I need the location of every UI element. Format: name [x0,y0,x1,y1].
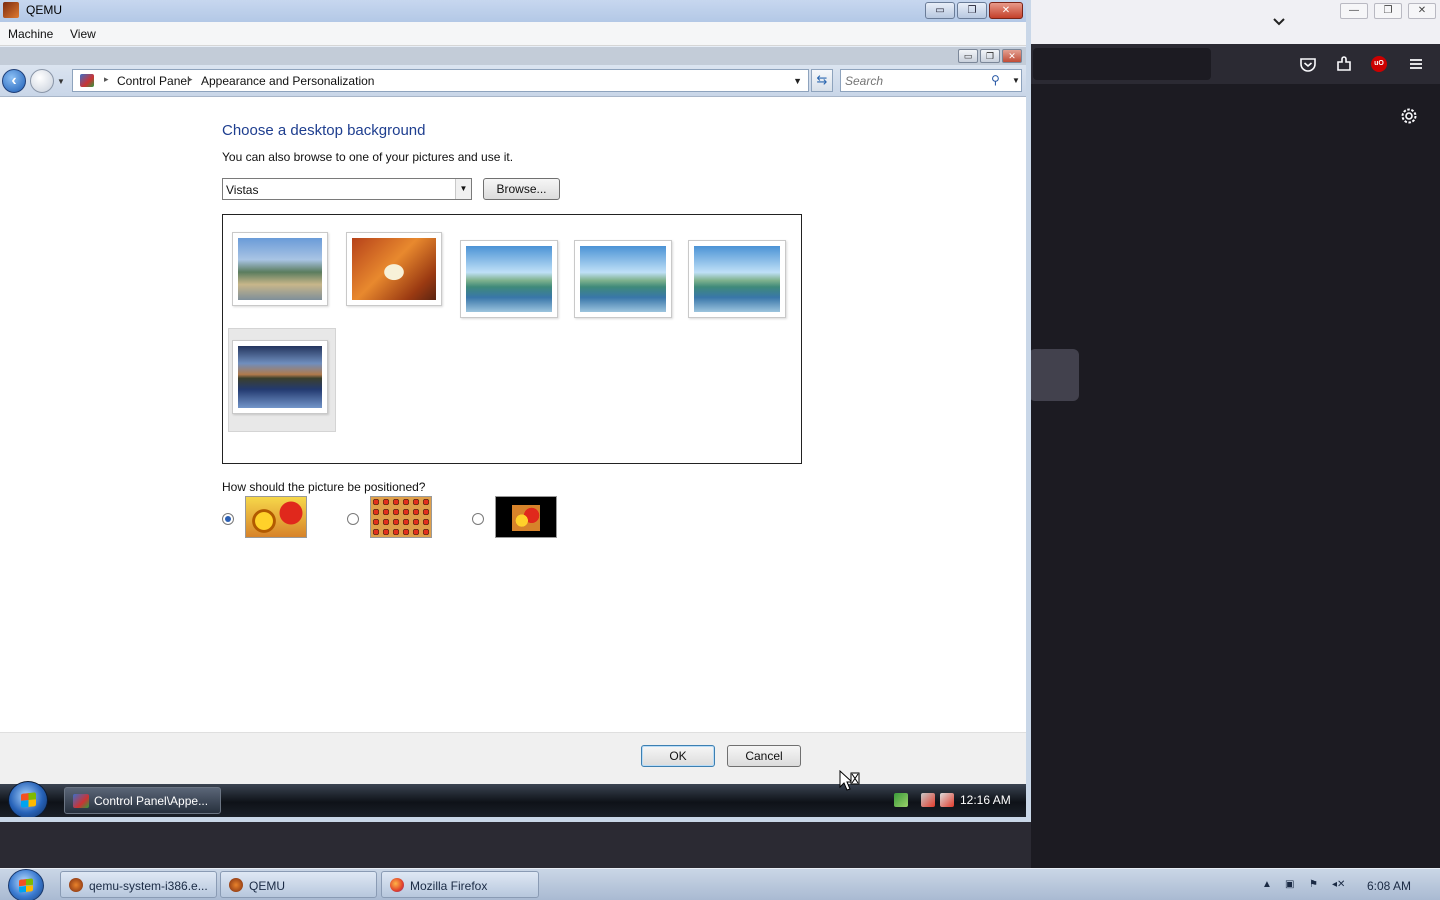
guest-taskbar: Control Panel\Appe... 12:16 AM [0,781,1026,817]
page-subtitle: You can also browse to one of your pictu… [222,150,514,164]
qemu-titlebar[interactable]: QEMU ▭ ❐ ✕ [0,0,1026,22]
firefox-minimize-button[interactable]: — [1340,3,1368,19]
ublock-icon[interactable]: uO [1371,56,1387,72]
guest-task-control-panel[interactable]: Control Panel\Appe... [64,787,221,814]
mouse-cursor-icon [839,770,860,791]
tray-flag-icon[interactable]: ⚑ [1309,879,1318,890]
thumbnail-waterfront[interactable] [232,232,328,306]
hamburger-menu-icon[interactable] [1406,54,1426,74]
search-box: ⚲ ▼ [840,69,1022,92]
qemu-minimize-button[interactable]: ▭ [925,2,955,19]
windows-logo-icon [21,792,36,808]
cp-minimize-button[interactable]: ▭ [958,49,978,63]
guest-start-button[interactable] [8,781,48,817]
qemu-window-title: QEMU [26,3,62,17]
pocket-icon[interactable] [1298,54,1318,74]
firefox-shortcut-tile[interactable] [1029,349,1079,401]
windows-logo-icon [19,878,33,893]
menu-view[interactable]: View [70,27,96,41]
refresh-button[interactable]: ⇆ [811,69,833,92]
tray-update-icon[interactable] [894,793,908,807]
control-panel-caption[interactable]: ▭ ❐ ✕ [0,47,1026,65]
thumbnail-mountain-reflection[interactable] [232,340,328,414]
host-task-firefox[interactable]: Mozilla Firefox [381,871,539,898]
picture-location-select[interactable]: Vistas ▼ [222,178,472,200]
qemu-close-button[interactable]: ✕ [989,2,1023,19]
qemu-app-icon [229,878,243,892]
address-dropdown-icon[interactable]: ▼ [793,76,802,86]
chevron-down-icon[interactable]: ▼ [455,179,471,199]
chevron-down-icon[interactable] [1269,12,1289,32]
recent-pages-dropdown[interactable]: ▼ [57,77,65,86]
desktop-background-page: Choose a desktop background You can also… [0,98,1026,732]
host-clock[interactable]: 6:08 AM [1367,879,1411,893]
cp-close-button[interactable]: ✕ [1002,49,1022,63]
control-panel-icon [73,794,89,808]
search-input[interactable] [845,73,985,89]
tray-network-icon[interactable] [921,793,935,807]
host-task-qemu[interactable]: QEMU [220,871,377,898]
guest-task-label: Control Panel\Appe... [94,794,209,808]
thumbnail-rock-arch[interactable] [346,232,442,306]
browse-button[interactable]: Browse... [483,178,560,200]
address-bar[interactable]: ▸ Control Panel ▸ Appearance and Persona… [72,69,809,92]
thumbnail-lake-1[interactable] [460,240,558,318]
qemu-menubar: Machine View [0,22,1026,46]
host-task-label: Mozilla Firefox [410,879,488,893]
search-icon[interactable]: ⚲ [991,73,1000,87]
thumbnail-lake-3[interactable] [688,240,786,318]
guest-clock[interactable]: 12:16 AM [960,793,1011,807]
qemu-app-icon [69,878,83,892]
cp-restore-button[interactable]: ❐ [980,49,1000,63]
firefox-tab-strip: — ❐ ✕ [1031,0,1440,44]
dialog-footer: OK Cancel [0,732,1026,784]
forward-button[interactable] [30,69,54,93]
radio-center[interactable] [472,513,484,525]
search-dropdown-icon[interactable]: ▼ [1012,76,1020,85]
extensions-icon[interactable] [1334,54,1354,74]
thumbnail-lake-2[interactable] [574,240,672,318]
radio-tile[interactable] [347,513,359,525]
picture-location-value: Vistas [226,183,259,197]
guest-screen: ▭ ❐ ✕ ‹ ▼ ▸ Control Panel ▸ Appearance a… [0,47,1026,817]
position-question: How should the picture be positioned? [222,480,426,494]
page-title: Choose a desktop background [222,122,426,139]
firefox-window: — ❐ ✕ uO [1029,0,1440,868]
position-fit-image[interactable] [245,496,307,538]
position-tile-image[interactable] [370,496,432,538]
host-task-qemu-system[interactable]: qemu-system-i386.e... [60,871,217,898]
gear-icon[interactable] [1399,106,1419,126]
breadcrumb-separator[interactable]: ▸ [104,74,109,85]
tray-volume-icon[interactable]: ◂✕ [1332,879,1345,890]
back-button[interactable]: ‹ [2,69,26,93]
menu-machine[interactable]: Machine [8,27,53,41]
host-start-button[interactable] [8,869,44,900]
host-task-label: QEMU [249,879,285,893]
cancel-button[interactable]: Cancel [727,745,801,767]
breadcrumb-separator[interactable]: ▸ [188,74,193,85]
firefox-close-button[interactable]: ✕ [1408,3,1436,19]
position-center-image[interactable] [495,496,557,538]
host-taskbar: qemu-system-i386.e... QEMU Mozilla Firef… [0,868,1440,900]
tray-network-icon[interactable]: ▣ [1285,879,1294,890]
tray-expand-icon[interactable]: ▲ [1262,879,1272,890]
firefox-toolbar: uO [1031,44,1440,84]
host-task-label: qemu-system-i386.e... [89,879,208,893]
breadcrumb-appearance[interactable]: Appearance and Personalization [201,74,374,88]
breadcrumb-control-panel[interactable]: Control Panel [117,74,190,88]
firefox-url-bar[interactable] [1033,48,1211,80]
wallpaper-gallery [222,214,802,464]
explorer-navbar: ‹ ▼ ▸ Control Panel ▸ Appearance and Per… [0,65,1026,97]
qemu-window: QEMU ▭ ❐ ✕ Machine View ▭ ❐ ✕ ‹ ▼ ▸ Cont… [0,0,1031,822]
firefox-restore-button[interactable]: ❐ [1374,3,1402,19]
qemu-restore-button[interactable]: ❐ [957,2,987,19]
tray-volume-muted-icon[interactable] [940,793,954,807]
ok-button[interactable]: OK [641,745,715,767]
qemu-app-icon [3,2,19,18]
firefox-icon [390,878,404,892]
control-panel-icon [80,74,94,87]
radio-fit-to-screen[interactable] [222,513,234,525]
